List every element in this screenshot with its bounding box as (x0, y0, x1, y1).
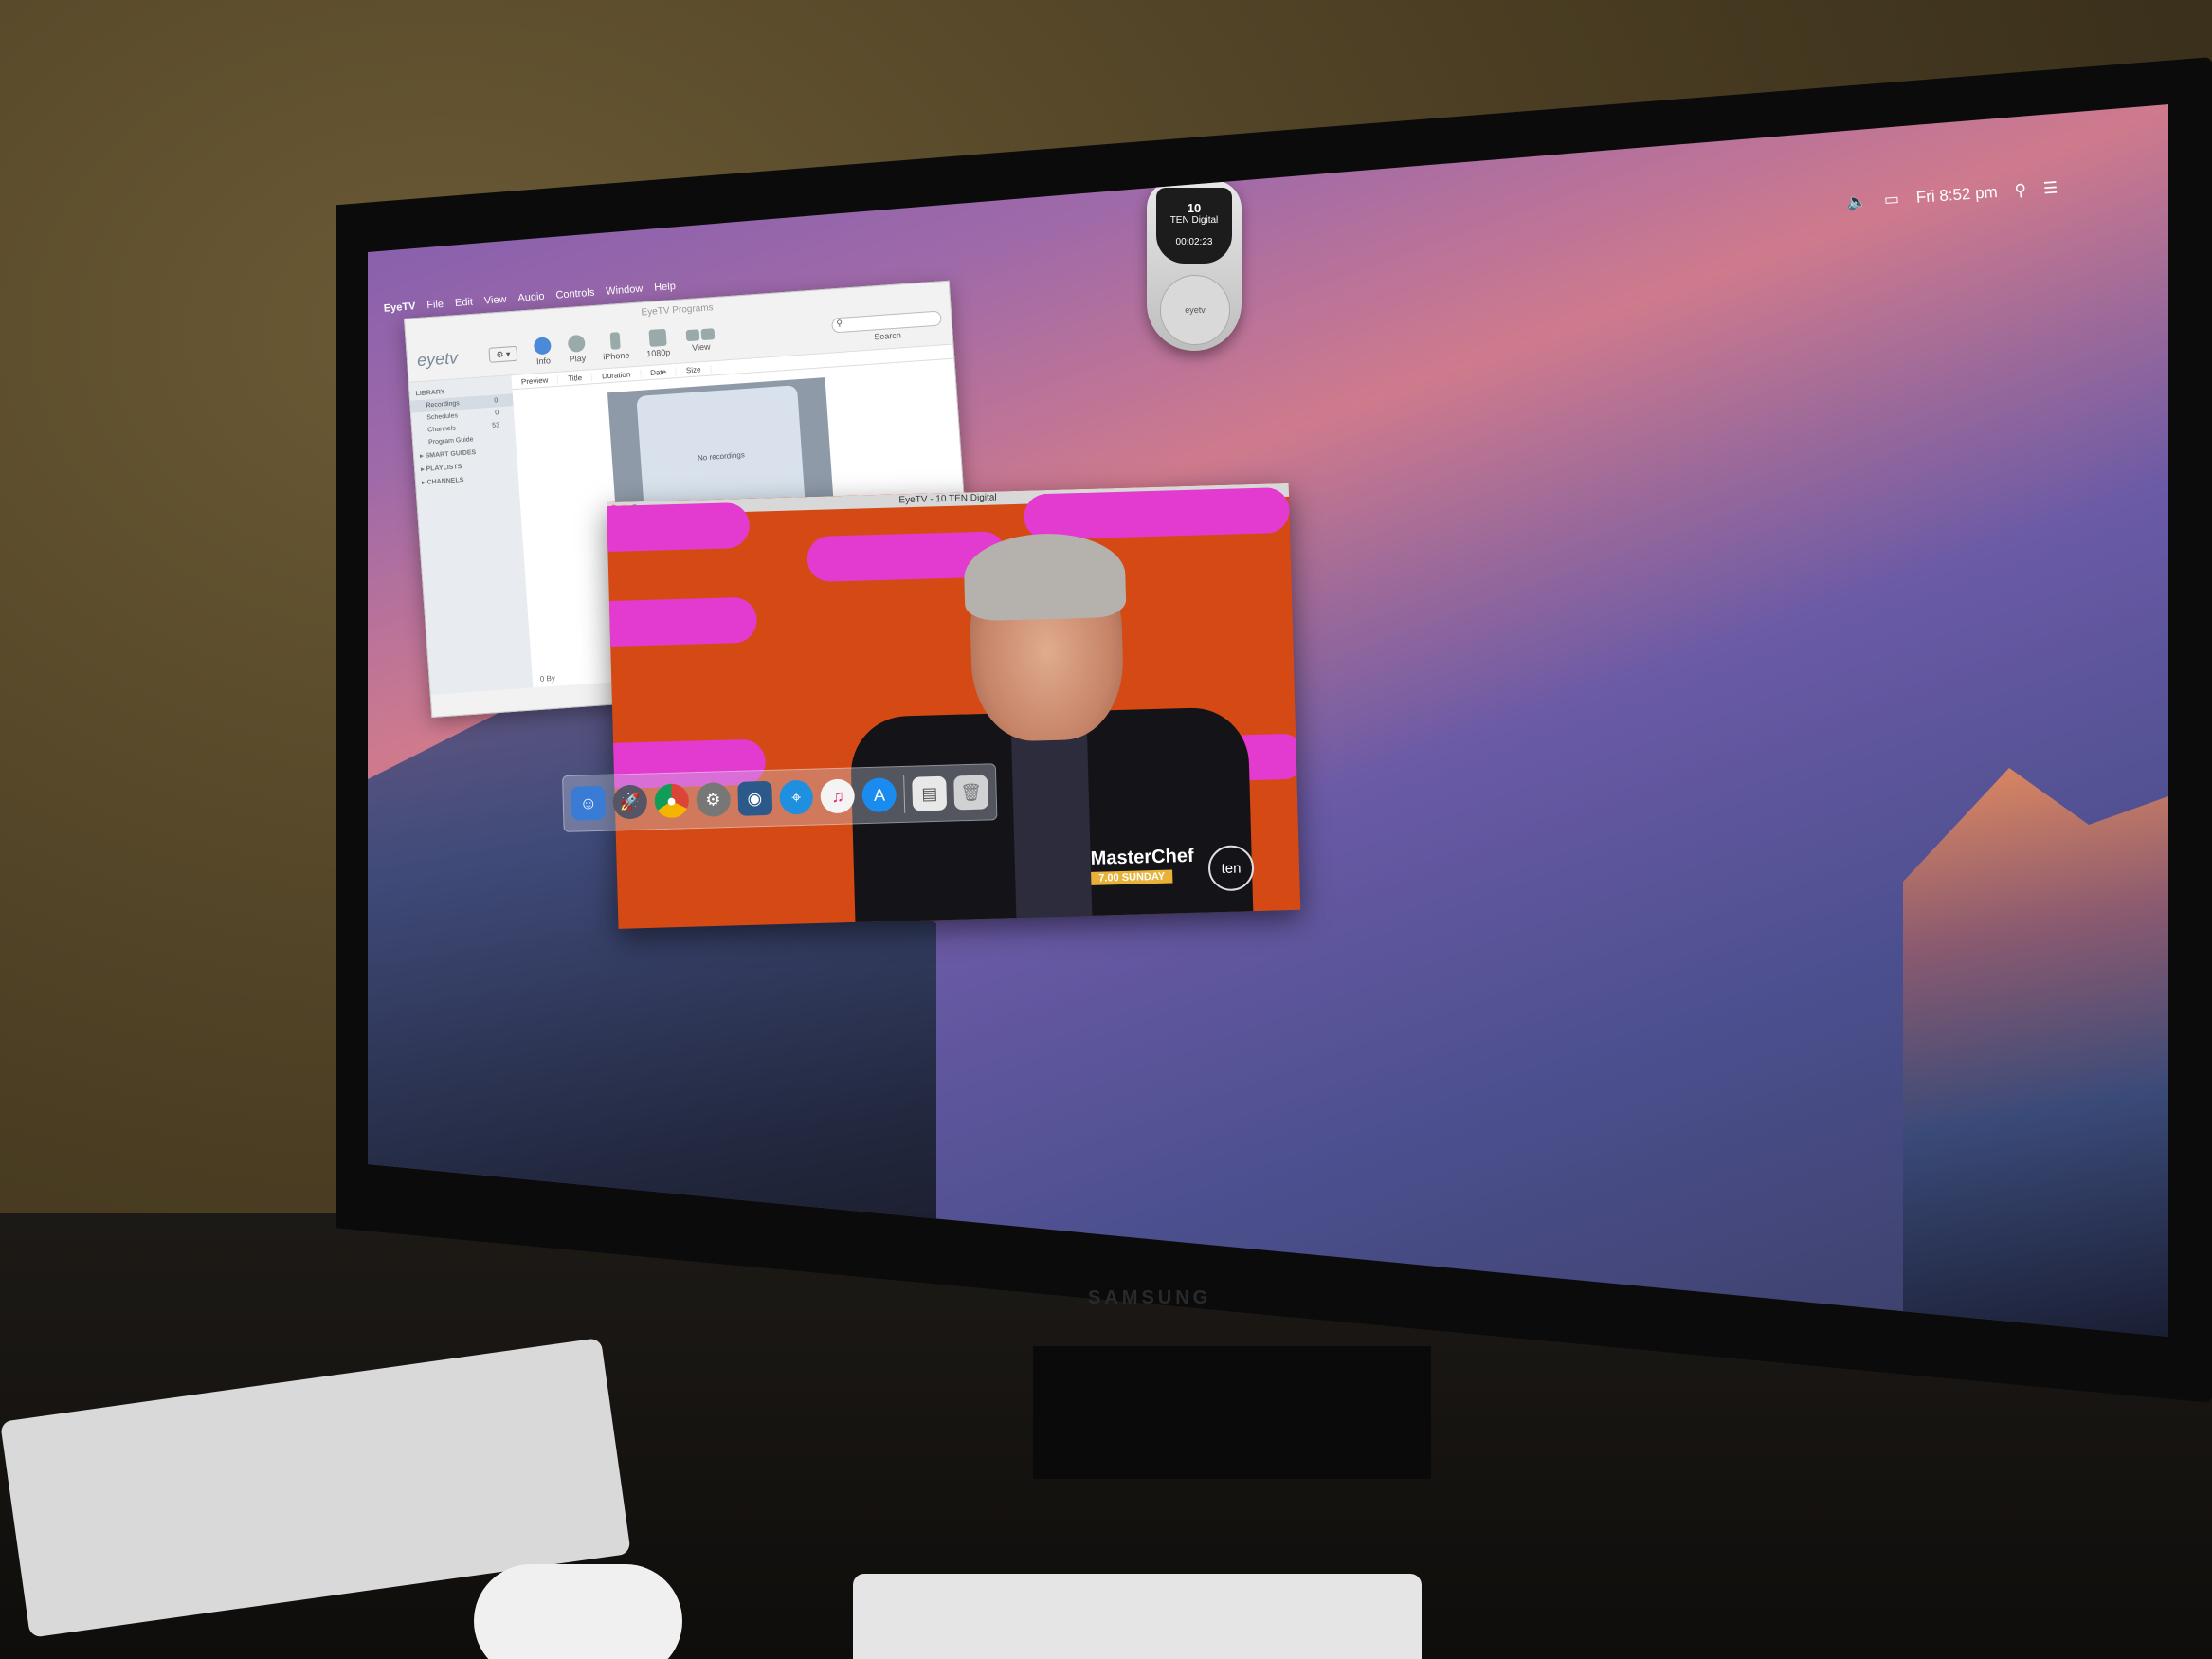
column-preview[interactable]: Preview (511, 374, 559, 387)
column-title[interactable]: Title (557, 372, 593, 384)
app-store-icon[interactable]: A (861, 777, 897, 813)
elapsed-time: 00:02:23 (1175, 237, 1213, 247)
search-input[interactable]: ⚲ (831, 310, 942, 334)
menu-edit[interactable]: Edit (455, 297, 474, 309)
remote-dial[interactable]: eyetv (1160, 275, 1230, 345)
info-icon (533, 337, 552, 356)
eyetv-remote: 10 TEN Digital 00:02:23 eyetv (1147, 180, 1242, 351)
viewer-title: EyeTV - 10 TEN Digital (898, 492, 997, 506)
view-label: View (691, 341, 711, 353)
monitor-brand: SAMSUNG (1088, 1287, 1212, 1308)
menu-file[interactable]: File (426, 299, 444, 311)
menu-view[interactable]: View (483, 294, 507, 307)
sidebar-item-label: Schedules (426, 412, 459, 422)
shirt (1010, 729, 1093, 922)
sidebar-item-count: 0 (495, 410, 499, 417)
section-label: CHANNELS (426, 477, 464, 486)
column-size[interactable]: Size (676, 364, 712, 375)
info-label: Info (535, 356, 552, 367)
tv-viewer-window: EyeTV - 10 TEN Digital MasterChef 7.00 S… (607, 483, 1301, 929)
search-control: ⚲ Search (831, 310, 943, 344)
dock: ☺ 🚀 ● ⚙ ◉ ⌖ ♫ A ▤ 🗑 (562, 763, 998, 832)
system-preferences-icon[interactable]: ⚙ (695, 782, 731, 818)
iphone-export-button[interactable]: iPhone (602, 332, 630, 362)
menu-help[interactable]: Help (654, 281, 676, 294)
iphone-icon (609, 332, 621, 350)
sidebar-item-label: Program Guide (427, 436, 474, 447)
info-button[interactable]: Info (533, 337, 553, 367)
monitor-stand (1033, 1346, 1431, 1479)
play-label: Play (569, 353, 587, 364)
section-label: PLAYLISTS (426, 464, 462, 473)
menu-controls[interactable]: Controls (555, 287, 595, 301)
channel-name: TEN Digital (1169, 215, 1219, 226)
set-decor (1023, 486, 1291, 540)
keyboard-secondary (853, 1574, 1422, 1659)
hd-export-button[interactable]: 1080p (645, 328, 671, 359)
eyetv-icon[interactable]: ◉ (736, 780, 772, 816)
notification-center-icon[interactable]: ☰ (2042, 178, 2058, 198)
menubar-clock[interactable]: Fri 8:52 pm (1915, 183, 1998, 208)
chrome-icon[interactable]: ● (654, 783, 690, 819)
menu-window[interactable]: Window (606, 283, 644, 298)
gear-menu-button[interactable]: ⚙ ▾ (488, 345, 518, 363)
volume-icon[interactable]: 🔈 (1846, 192, 1868, 212)
menubar-status: 🔈 ▭ Fri 8:52 pm ⚲ ☰ (1846, 176, 2058, 213)
remote-display: 10 TEN Digital 00:02:23 (1156, 188, 1232, 264)
sidebar-item-count: 53 (492, 422, 500, 429)
search-label: Search (873, 330, 902, 342)
wallpaper-mountain-right (1903, 768, 2168, 1337)
view-toggle[interactable]: View (685, 328, 716, 353)
section-label: SMART GUIDES (425, 449, 477, 460)
set-decor (607, 596, 758, 647)
launchpad-icon[interactable]: 🚀 (612, 784, 648, 820)
menu-audio[interactable]: Audio (517, 291, 545, 304)
remote-logo: eyetv (1185, 305, 1206, 315)
column-date[interactable]: Date (640, 366, 678, 378)
promo-title: MasterChef (1090, 845, 1194, 869)
sidebar-item-label: Channels (427, 425, 457, 434)
safari-icon[interactable]: ⌖ (778, 779, 814, 815)
presenter (844, 531, 1255, 929)
play-icon (567, 334, 586, 353)
finder-icon[interactable]: ☺ (571, 785, 607, 821)
set-decor (607, 501, 751, 553)
spotlight-search-icon[interactable]: ⚲ (2014, 181, 2027, 201)
hd-label: 1080p (645, 347, 671, 359)
play-button[interactable]: Play (567, 334, 587, 364)
tv-video[interactable]: MasterChef 7.00 SUNDAY ten (607, 486, 1301, 929)
itunes-icon[interactable]: ♫ (820, 778, 856, 814)
iphone-label: iPhone (602, 350, 630, 362)
mouse (474, 1564, 682, 1659)
trash-icon[interactable]: 🗑 (953, 775, 989, 811)
column-duration[interactable]: Duration (591, 369, 642, 381)
document-icon[interactable]: ▤ (912, 775, 948, 811)
grid-view-icon[interactable] (685, 329, 700, 342)
hd-icon (648, 328, 667, 347)
eyetv-logo: eyetv (416, 347, 459, 370)
sidebar-item-label: Recordings (426, 400, 461, 410)
list-view-icon[interactable] (700, 328, 716, 341)
dock-separator (903, 775, 906, 813)
promo-subtitle: 7.00 SUNDAY (1091, 869, 1173, 885)
channel-number: 10 (1187, 201, 1202, 215)
menu-app[interactable]: EyeTV (383, 301, 415, 315)
airplay-icon[interactable]: ▭ (1883, 190, 1899, 210)
hair (963, 531, 1127, 622)
sidebar-item-count: 0 (494, 397, 499, 405)
screen: EyeTV File Edit View Audio Controls Wind… (368, 104, 2168, 1337)
